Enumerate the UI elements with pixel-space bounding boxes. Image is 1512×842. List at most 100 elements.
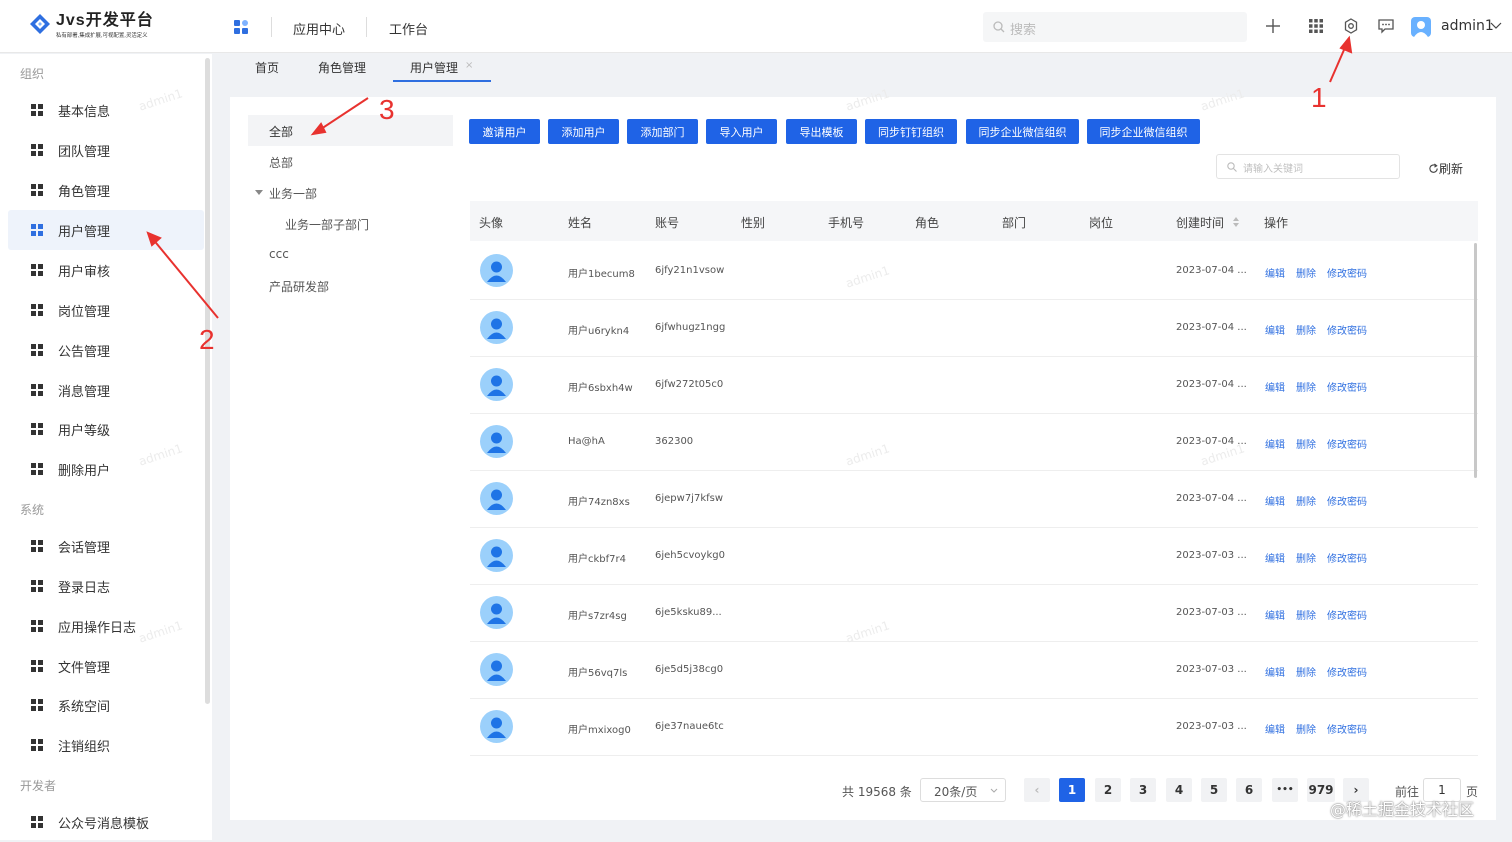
sidebar-item-roles[interactable]: 角色管理 (8, 170, 204, 210)
plus-icon[interactable] (1264, 17, 1282, 35)
table-row: 用户mxixog0 6je37naue6tc 2023-07-03 ... 编辑 删除修… (470, 699, 1478, 756)
gear-icon[interactable] (1342, 17, 1360, 35)
edit-link[interactable]: 编辑 (1265, 550, 1285, 565)
change-password-link[interactable]: 修改密码 (1327, 493, 1367, 508)
change-password-link[interactable]: 修改密码 (1327, 664, 1367, 679)
page-size-select[interactable]: 20条/页 (920, 778, 1006, 802)
import-users-button[interactable]: 导入用户 (706, 119, 777, 144)
main-panel: 全部 总部 业务一部 业务一部子部门 ccc 产品研发部 邀请用户 添加用户 添… (230, 97, 1496, 820)
caret-down-icon[interactable] (255, 190, 263, 196)
nav-workbench[interactable]: 工作台 (389, 19, 428, 38)
page-3[interactable]: 3 (1130, 778, 1156, 802)
tree-node-biz1-sub[interactable]: 业务一部子部门 (285, 216, 369, 233)
add-user-button[interactable]: 添加用户 (548, 119, 619, 144)
tab-users[interactable]: 用户管理 (410, 59, 458, 76)
delete-link[interactable]: 删除 (1296, 265, 1316, 280)
global-search[interactable]: 搜索 (983, 12, 1247, 42)
add-dept-button[interactable]: 添加部门 (627, 119, 698, 144)
page-1[interactable]: 1 (1059, 778, 1085, 802)
page-2[interactable]: 2 (1095, 778, 1121, 802)
sidebar-item-users[interactable]: 用户管理 (8, 210, 204, 250)
sidebar-item-user-level[interactable]: 用户等级 (8, 409, 204, 449)
sidebar-item-deleted-users[interactable]: 删除用户 (8, 449, 204, 489)
tree-node-all[interactable]: 全部 (269, 123, 293, 140)
sidebar-item-messages[interactable]: 消息管理 (8, 370, 204, 410)
invite-user-button[interactable]: 邀请用户 (469, 119, 540, 144)
user-avatar[interactable] (1411, 17, 1431, 37)
change-password-link[interactable]: 修改密码 (1327, 721, 1367, 736)
page-5[interactable]: 5 (1201, 778, 1227, 802)
tab-home[interactable]: 首页 (255, 59, 279, 76)
edit-link[interactable]: 编辑 (1265, 664, 1285, 679)
logo[interactable]: Jvs开发平台 私有部署,集成扩展,可视配置,灵活定义 (28, 12, 154, 39)
tab-roles[interactable]: 角色管理 (318, 59, 366, 76)
sidebar-item-team[interactable]: 团队管理 (8, 130, 204, 170)
delete-link[interactable]: 删除 (1296, 550, 1316, 565)
delete-link[interactable]: 删除 (1296, 721, 1316, 736)
edit-link[interactable]: 编辑 (1265, 493, 1285, 508)
edit-link[interactable]: 编辑 (1265, 436, 1285, 451)
edit-link[interactable]: 编辑 (1265, 721, 1285, 736)
apps-grid-icon[interactable] (1307, 17, 1325, 35)
page-ellipsis[interactable]: ••• (1272, 778, 1298, 802)
edit-link[interactable]: 编辑 (1265, 607, 1285, 622)
sidebar-item-system-space[interactable]: 系统空间 (8, 685, 204, 725)
change-password-link[interactable]: 修改密码 (1327, 607, 1367, 622)
sidebar-item-files[interactable]: 文件管理 (8, 646, 204, 686)
sidebar-item-user-review[interactable]: 用户审核 (8, 250, 204, 290)
table-scrollbar[interactable] (1474, 243, 1477, 478)
tree-node-ccc[interactable]: ccc (269, 247, 289, 261)
sidebar-item-positions[interactable]: 岗位管理 (8, 290, 204, 330)
sidebar-item-login-log[interactable]: 登录日志 (8, 566, 204, 606)
nav-app-center[interactable]: 应用中心 (293, 19, 345, 38)
sync-wecom-button-2[interactable]: 同步企业微信组织 (1087, 119, 1200, 144)
grid-icon (31, 463, 43, 475)
change-password-link[interactable]: 修改密码 (1327, 436, 1367, 451)
sidebar-item-sessions[interactable]: 会话管理 (8, 526, 204, 566)
message-icon[interactable] (1377, 17, 1395, 35)
app-grid-icon[interactable] (233, 19, 249, 35)
change-password-link[interactable]: 修改密码 (1327, 550, 1367, 565)
tree-node-biz1[interactable]: 业务一部 (269, 185, 317, 202)
sidebar-item-app-op-log[interactable]: 应用操作日志 (8, 606, 204, 646)
edit-link[interactable]: 编辑 (1265, 265, 1285, 280)
page-6[interactable]: 6 (1236, 778, 1262, 802)
prev-page-button[interactable]: ‹ (1024, 778, 1050, 802)
sidebar-item-mp-template[interactable]: 公众号消息模板 (8, 802, 204, 842)
delete-link[interactable]: 删除 (1296, 322, 1316, 337)
keyword-input[interactable]: 请输入关键词 (1216, 154, 1400, 179)
sidebar-item-notices[interactable]: 公告管理 (8, 330, 204, 370)
change-password-link[interactable]: 修改密码 (1327, 322, 1367, 337)
delete-link[interactable]: 删除 (1296, 436, 1316, 451)
change-password-link[interactable]: 修改密码 (1327, 379, 1367, 394)
col-created[interactable]: 创建时间 (1176, 214, 1224, 231)
sync-wecom-button[interactable]: 同步企业微信组织 (966, 119, 1079, 144)
sidebar-item-cancel-org[interactable]: 注销组织 (8, 725, 204, 765)
delete-link[interactable]: 删除 (1296, 379, 1316, 394)
change-password-link[interactable]: 修改密码 (1327, 265, 1367, 280)
tab-close-icon[interactable]: × (465, 60, 473, 71)
table-row: 用户ckbf7r4 6jeh5cvoykg0 2023-07-03 ... 编辑 删除修… (470, 528, 1478, 585)
grid-icon (31, 344, 43, 356)
grid-icon (31, 144, 43, 156)
tree-node-rnd[interactable]: 产品研发部 (269, 278, 329, 295)
sidebar-scrollbar[interactable] (205, 58, 210, 704)
edit-link[interactable]: 编辑 (1265, 322, 1285, 337)
sidebar-item-basic-info[interactable]: 基本信息 (8, 90, 204, 130)
chevron-down-icon[interactable] (1490, 21, 1502, 31)
export-template-button[interactable]: 导出模板 (786, 119, 857, 144)
sort-icon[interactable] (1232, 216, 1240, 228)
delete-link[interactable]: 删除 (1296, 664, 1316, 679)
delete-link[interactable]: 删除 (1296, 493, 1316, 508)
source-watermark: @稀土掘金技术社区 (1330, 800, 1475, 819)
user-name[interactable]: admin1 (1441, 18, 1494, 34)
refresh-button[interactable]: 刷新 (1428, 160, 1463, 177)
page-4[interactable]: 4 (1166, 778, 1192, 802)
cell-name: 用户6sbxh4w (568, 383, 633, 394)
tree-node-hq[interactable]: 总部 (269, 154, 293, 171)
sidebar-group-developer: 开发者 (20, 779, 57, 793)
delete-link[interactable]: 删除 (1296, 607, 1316, 622)
grid-icon (31, 264, 43, 276)
sync-dingtalk-button[interactable]: 同步钉钉组织 (865, 119, 957, 144)
edit-link[interactable]: 编辑 (1265, 379, 1285, 394)
